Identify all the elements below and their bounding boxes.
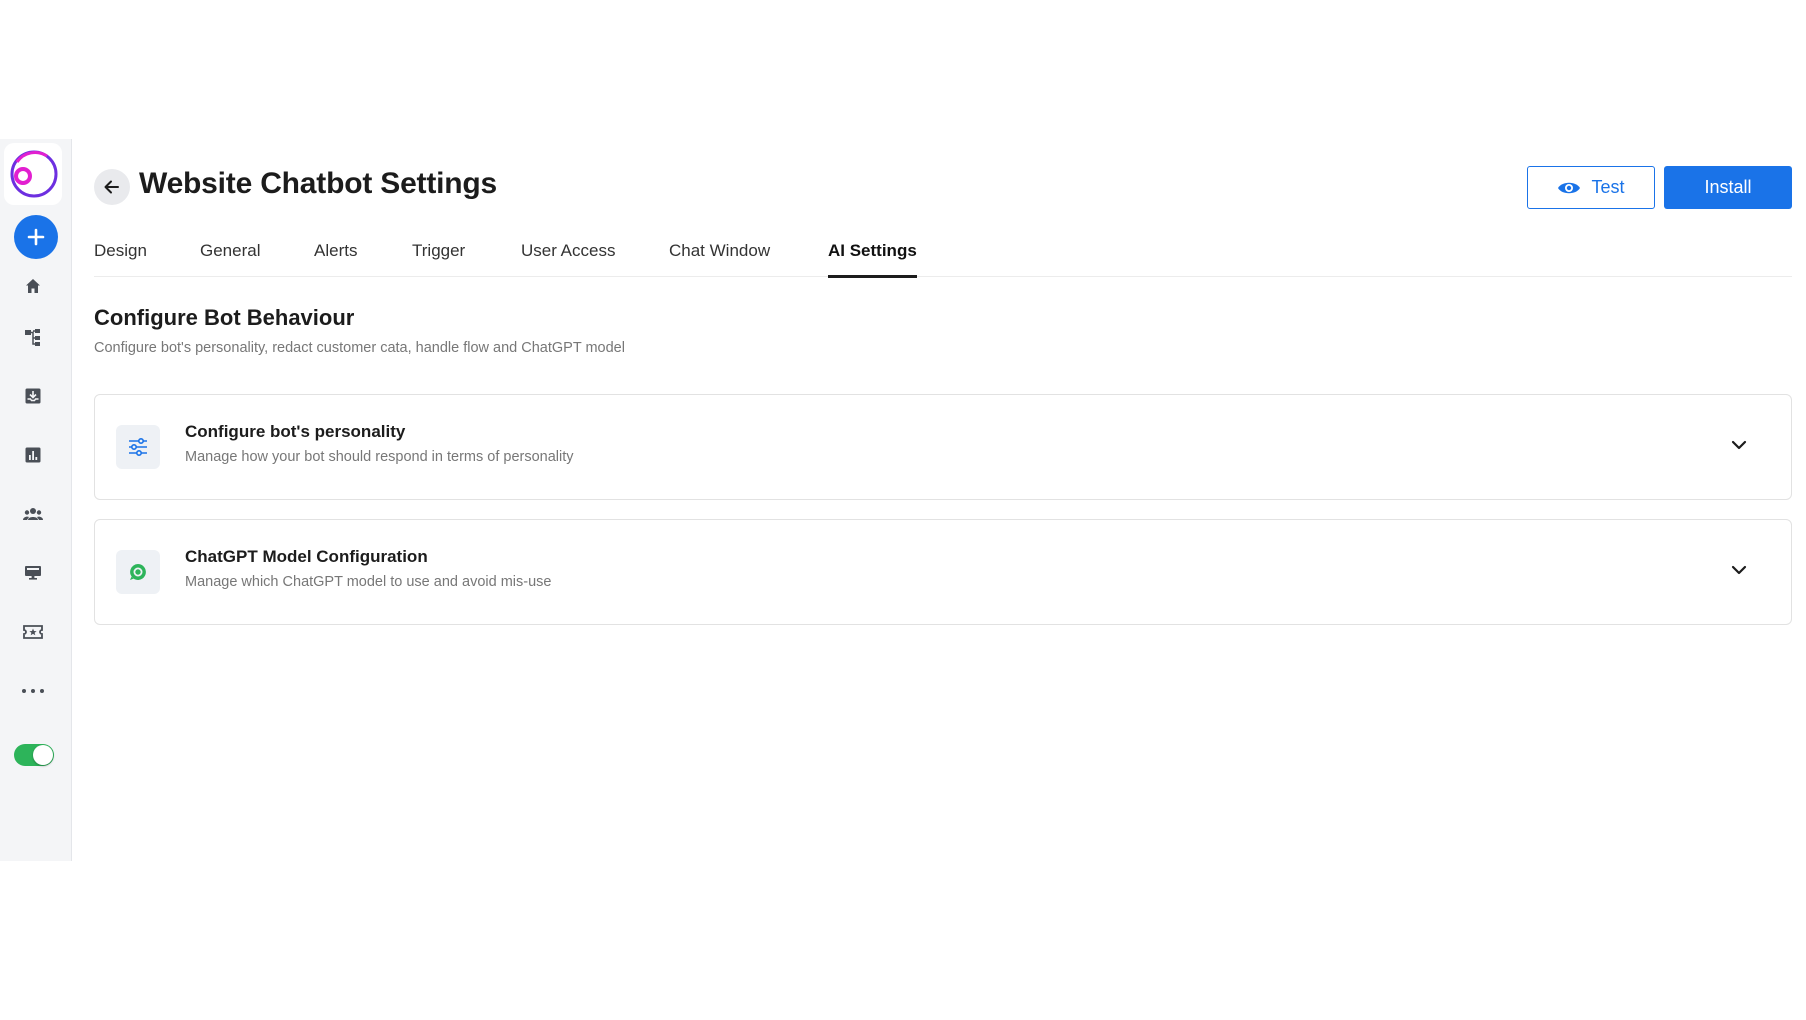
people-icon bbox=[23, 508, 43, 520]
chatgpt-config-description: Manage which ChatGPT model to use and av… bbox=[185, 574, 552, 590]
o-logo-icon bbox=[10, 150, 58, 198]
tab-ai-settings[interactable]: AI Settings bbox=[828, 239, 917, 278]
eye-icon bbox=[1558, 182, 1581, 193]
sidebar-item-flows[interactable] bbox=[18, 322, 48, 352]
chevron-down-icon bbox=[1731, 440, 1747, 450]
add-button[interactable] bbox=[14, 215, 58, 259]
sidebar-item-analytics[interactable] bbox=[18, 440, 48, 470]
inbox-icon bbox=[25, 388, 41, 404]
sidebar bbox=[0, 139, 72, 861]
chatgpt-icon bbox=[130, 564, 146, 580]
chatgpt-config-accordion[interactable]: ChatGPT Model Configuration Manage which… bbox=[94, 519, 1792, 625]
tab-design[interactable]: Design bbox=[94, 239, 147, 277]
plus-icon bbox=[27, 228, 45, 246]
chatgpt-icon-wrap bbox=[116, 550, 160, 594]
sidebar-item-tickets[interactable] bbox=[18, 617, 48, 647]
chart-icon bbox=[25, 447, 41, 463]
toggle-knob bbox=[33, 745, 53, 765]
tab-general[interactable]: General bbox=[200, 239, 260, 277]
sidebar-item-inbox[interactable] bbox=[18, 381, 48, 411]
personality-icon-wrap bbox=[116, 425, 160, 469]
tab-trigger[interactable]: Trigger bbox=[412, 239, 465, 277]
personality-title: Configure bot's personality bbox=[185, 422, 406, 441]
expand-toggle[interactable] bbox=[1727, 558, 1751, 582]
chatgpt-config-title: ChatGPT Model Configuration bbox=[185, 547, 428, 566]
section-title: Configure Bot Behaviour bbox=[94, 305, 355, 330]
settings-tabs: Design General Alerts Trigger User Acces… bbox=[94, 239, 1792, 278]
home-icon bbox=[26, 279, 40, 293]
bot-status-toggle[interactable] bbox=[14, 744, 54, 766]
section-subtitle: Configure bot's personality, redact cust… bbox=[94, 340, 625, 356]
chevron-down-icon bbox=[1731, 565, 1747, 575]
install-button-label: Install bbox=[1704, 177, 1752, 197]
sidebar-item-home[interactable] bbox=[18, 271, 48, 301]
test-button-label: Test bbox=[1591, 177, 1625, 197]
flow-icon bbox=[25, 329, 40, 346]
tab-chat-window[interactable]: Chat Window bbox=[669, 239, 770, 277]
more-icon bbox=[22, 689, 44, 693]
arrow-left-icon bbox=[104, 180, 119, 194]
page-title: Website Chatbot Settings bbox=[139, 167, 497, 200]
ticket-icon bbox=[23, 625, 43, 639]
install-button[interactable]: Install bbox=[1664, 166, 1792, 209]
monitor-icon bbox=[25, 566, 41, 580]
tab-user-access[interactable]: User Access bbox=[521, 239, 615, 277]
personality-accordion[interactable]: Configure bot's personality Manage how y… bbox=[94, 394, 1792, 500]
logo[interactable] bbox=[4, 143, 62, 205]
app-window: Website Chatbot Settings Test Install De… bbox=[0, 139, 1806, 861]
expand-toggle[interactable] bbox=[1727, 433, 1751, 457]
personality-description: Manage how your bot should respond in te… bbox=[185, 449, 574, 465]
tab-alerts[interactable]: Alerts bbox=[314, 239, 357, 277]
sidebar-item-channels[interactable] bbox=[18, 558, 48, 588]
test-button[interactable]: Test bbox=[1527, 166, 1655, 209]
sidebar-item-contacts[interactable] bbox=[18, 499, 48, 529]
back-button[interactable] bbox=[94, 169, 130, 205]
sidebar-item-more[interactable] bbox=[18, 676, 48, 706]
sliders-icon bbox=[129, 437, 147, 457]
